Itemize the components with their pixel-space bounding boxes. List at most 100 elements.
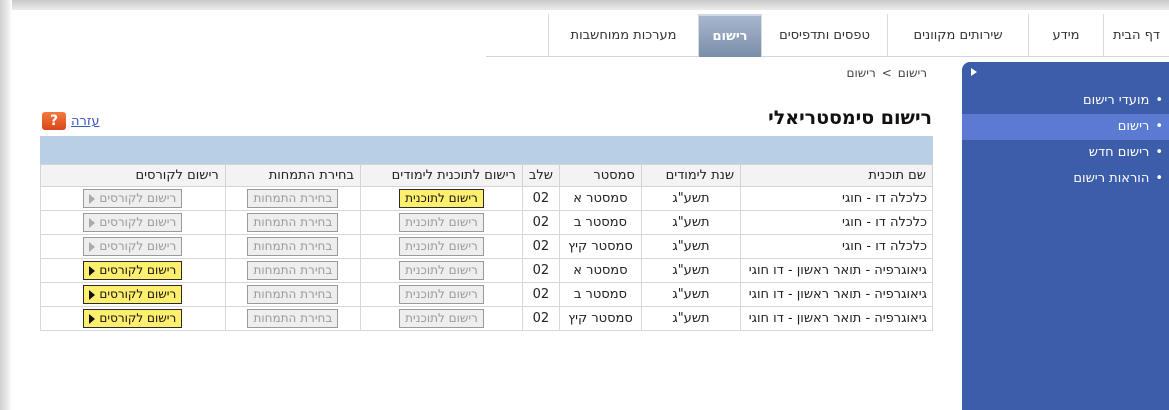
action-cell: רישום לקורסים — [40, 186, 226, 211]
choose-specialization-button[interactable]: בחירת התמחות — [247, 213, 339, 232]
column-header: רישום לקורסים — [40, 164, 226, 187]
play-arrow-icon — [89, 289, 96, 300]
play-arrow-icon — [89, 265, 96, 276]
action-cell: רישום לתוכנית — [360, 306, 523, 331]
button-label: בחירת התמחות — [253, 311, 333, 325]
play-arrow-icon — [89, 241, 96, 252]
stage-cell: 02 — [521, 234, 561, 259]
breadcrumb-separator: > — [881, 66, 892, 80]
program-name-cell: גיאוגרפיה - תואר ראשון - דו חוגי — [740, 258, 933, 283]
column-header: רישום לתוכנית לימודים — [360, 164, 523, 187]
column-header: בחירת התמחות — [224, 164, 362, 187]
stage-cell: 02 — [521, 210, 561, 235]
tab-computer-systems[interactable]: מערכות ממוחשבות — [548, 14, 698, 57]
window-frame-top — [0, 0, 1169, 10]
column-header: שנת לימודים — [640, 164, 742, 187]
register-program-button[interactable]: רישום לתוכנית — [399, 237, 484, 256]
table-row: גיאוגרפיה - תואר ראשון - דו חוגי תשע"ג סמס… — [40, 306, 933, 331]
breadcrumb-item[interactable]: רישום — [898, 66, 927, 80]
tab-info[interactable]: מידע — [1028, 14, 1103, 57]
table-header-band — [40, 136, 933, 164]
action-cell: בחירת התמחות — [224, 282, 362, 307]
button-label: רישום לקורסים — [99, 239, 177, 253]
button-label: בחירת התמחות — [253, 287, 333, 301]
sidebar-item-registration[interactable]: •רישום — [962, 114, 1169, 140]
help-icon[interactable]: ? — [42, 112, 66, 130]
register-program-button[interactable]: רישום לתוכנית — [399, 309, 484, 328]
action-cell: רישום לקורסים — [40, 306, 226, 331]
program-name-cell: גיאוגרפיה - תואר ראשון - דו חוגי — [740, 306, 933, 331]
table-row: כלכלה דו - חוגי תשע"ג סמסטר קיץ 02 רישום לתו… — [40, 234, 933, 259]
program-name-cell: כלכלה דו - חוגי — [740, 210, 933, 235]
register-courses-button[interactable]: רישום לקורסים — [83, 261, 183, 280]
registration-table: שם תוכנית שנת לימודים סמסטר שלב רישום לת… — [40, 164, 933, 331]
button-label: בחירת התמחות — [253, 263, 333, 277]
stage-cell: 02 — [521, 186, 561, 211]
button-label: בחירת התמחות — [253, 239, 333, 253]
year-cell: תשע"ג — [640, 258, 742, 283]
table-row: גיאוגרפיה - תואר ראשון - דו חוגי תשע"ג סמס… — [40, 258, 933, 283]
button-label: רישום לתוכנית — [405, 191, 478, 205]
action-cell: רישום לקורסים — [40, 282, 226, 307]
help-link-group[interactable]: ? עזרה — [42, 112, 99, 130]
action-cell: רישום לקורסים — [40, 234, 226, 259]
year-cell: תשע"ג — [640, 234, 742, 259]
action-cell: בחירת התמחות — [224, 186, 362, 211]
tab-registration[interactable]: רישום — [698, 14, 761, 57]
register-program-button[interactable]: רישום לתוכנית — [399, 285, 484, 304]
collapse-arrow-icon[interactable] — [971, 68, 977, 76]
choose-specialization-button[interactable]: בחירת התמחות — [247, 261, 339, 280]
action-cell: רישום לתוכנית — [360, 282, 523, 307]
action-cell: בחירת התמחות — [224, 234, 362, 259]
choose-specialization-button[interactable]: בחירת התמחות — [247, 189, 339, 208]
action-cell: בחירת התמחות — [224, 306, 362, 331]
register-program-button[interactable]: רישום לתוכנית — [399, 213, 484, 232]
choose-specialization-button[interactable]: בחירת התמחות — [247, 285, 339, 304]
tab-online-services[interactable]: שירותים מקוונים — [887, 14, 1028, 57]
sidebar-item-label: הוראות רישום — [1073, 171, 1150, 186]
semester-cell: סמסטר א — [559, 258, 642, 283]
semester-cell: סמסטר ב — [559, 210, 642, 235]
register-courses-button[interactable]: רישום לקורסים — [83, 189, 183, 208]
action-cell: רישום לתוכנית — [360, 234, 523, 259]
button-label: בחירת התמחות — [253, 215, 333, 229]
action-cell: רישום לתוכנית — [360, 210, 523, 235]
action-cell: רישום לתוכנית — [360, 186, 523, 211]
sidebar-item-new-registration[interactable]: •רישום חדש — [962, 140, 1169, 166]
tab-home[interactable]: דף הבית — [1103, 14, 1169, 57]
program-name-cell: כלכלה דו - חוגי — [740, 234, 933, 259]
action-cell: רישום לקורסים — [40, 258, 226, 283]
year-cell: תשע"ג — [640, 306, 742, 331]
button-label: בחירת התמחות — [253, 191, 333, 205]
button-label: רישום לתוכנית — [405, 311, 478, 325]
action-cell: בחירת התמחות — [224, 258, 362, 283]
button-label: רישום לקורסים — [99, 215, 177, 229]
year-cell: תשע"ג — [640, 282, 742, 307]
register-courses-button[interactable]: רישום לקורסים — [83, 309, 183, 328]
stage-cell: 02 — [521, 282, 561, 307]
sidebar-item-registration-dates[interactable]: •מועדי רישום — [962, 88, 1169, 114]
register-program-button[interactable]: רישום לתוכנית — [399, 189, 484, 208]
choose-specialization-button[interactable]: בחירת התמחות — [247, 309, 339, 328]
play-arrow-icon — [89, 217, 96, 228]
register-courses-button[interactable]: רישום לקורסים — [83, 237, 183, 256]
semester-cell: סמסטר א — [559, 186, 642, 211]
sidebar-item-label: רישום חדש — [1088, 145, 1150, 160]
register-courses-button[interactable]: רישום לקורסים — [83, 213, 183, 232]
help-link[interactable]: עזרה — [71, 114, 99, 129]
register-program-button[interactable]: רישום לתוכנית — [399, 261, 484, 280]
year-cell: תשע"ג — [640, 186, 742, 211]
choose-specialization-button[interactable]: בחירת התמחות — [247, 237, 339, 256]
tab-forms[interactable]: טפסים ותדפיסים — [761, 14, 887, 57]
register-courses-button[interactable]: רישום לקורסים — [83, 285, 183, 304]
table-row: גיאוגרפיה - תואר ראשון - דו חוגי תשע"ג סמס… — [40, 282, 933, 307]
program-name-cell: גיאוגרפיה - תואר ראשון - דו חוגי — [740, 282, 933, 307]
column-header: שם תוכנית — [740, 164, 933, 187]
button-label: רישום לקורסים — [99, 287, 177, 301]
action-cell: רישום לקורסים — [40, 210, 226, 235]
sidebar-item-label: רישום — [1117, 119, 1150, 134]
breadcrumb-item: רישום — [846, 66, 876, 80]
sidebar-item-registration-instructions[interactable]: •הוראות רישום — [962, 166, 1169, 192]
play-arrow-icon — [89, 313, 96, 324]
table-header-row: שם תוכנית שנת לימודים סמסטר שלב רישום לת… — [40, 164, 933, 187]
